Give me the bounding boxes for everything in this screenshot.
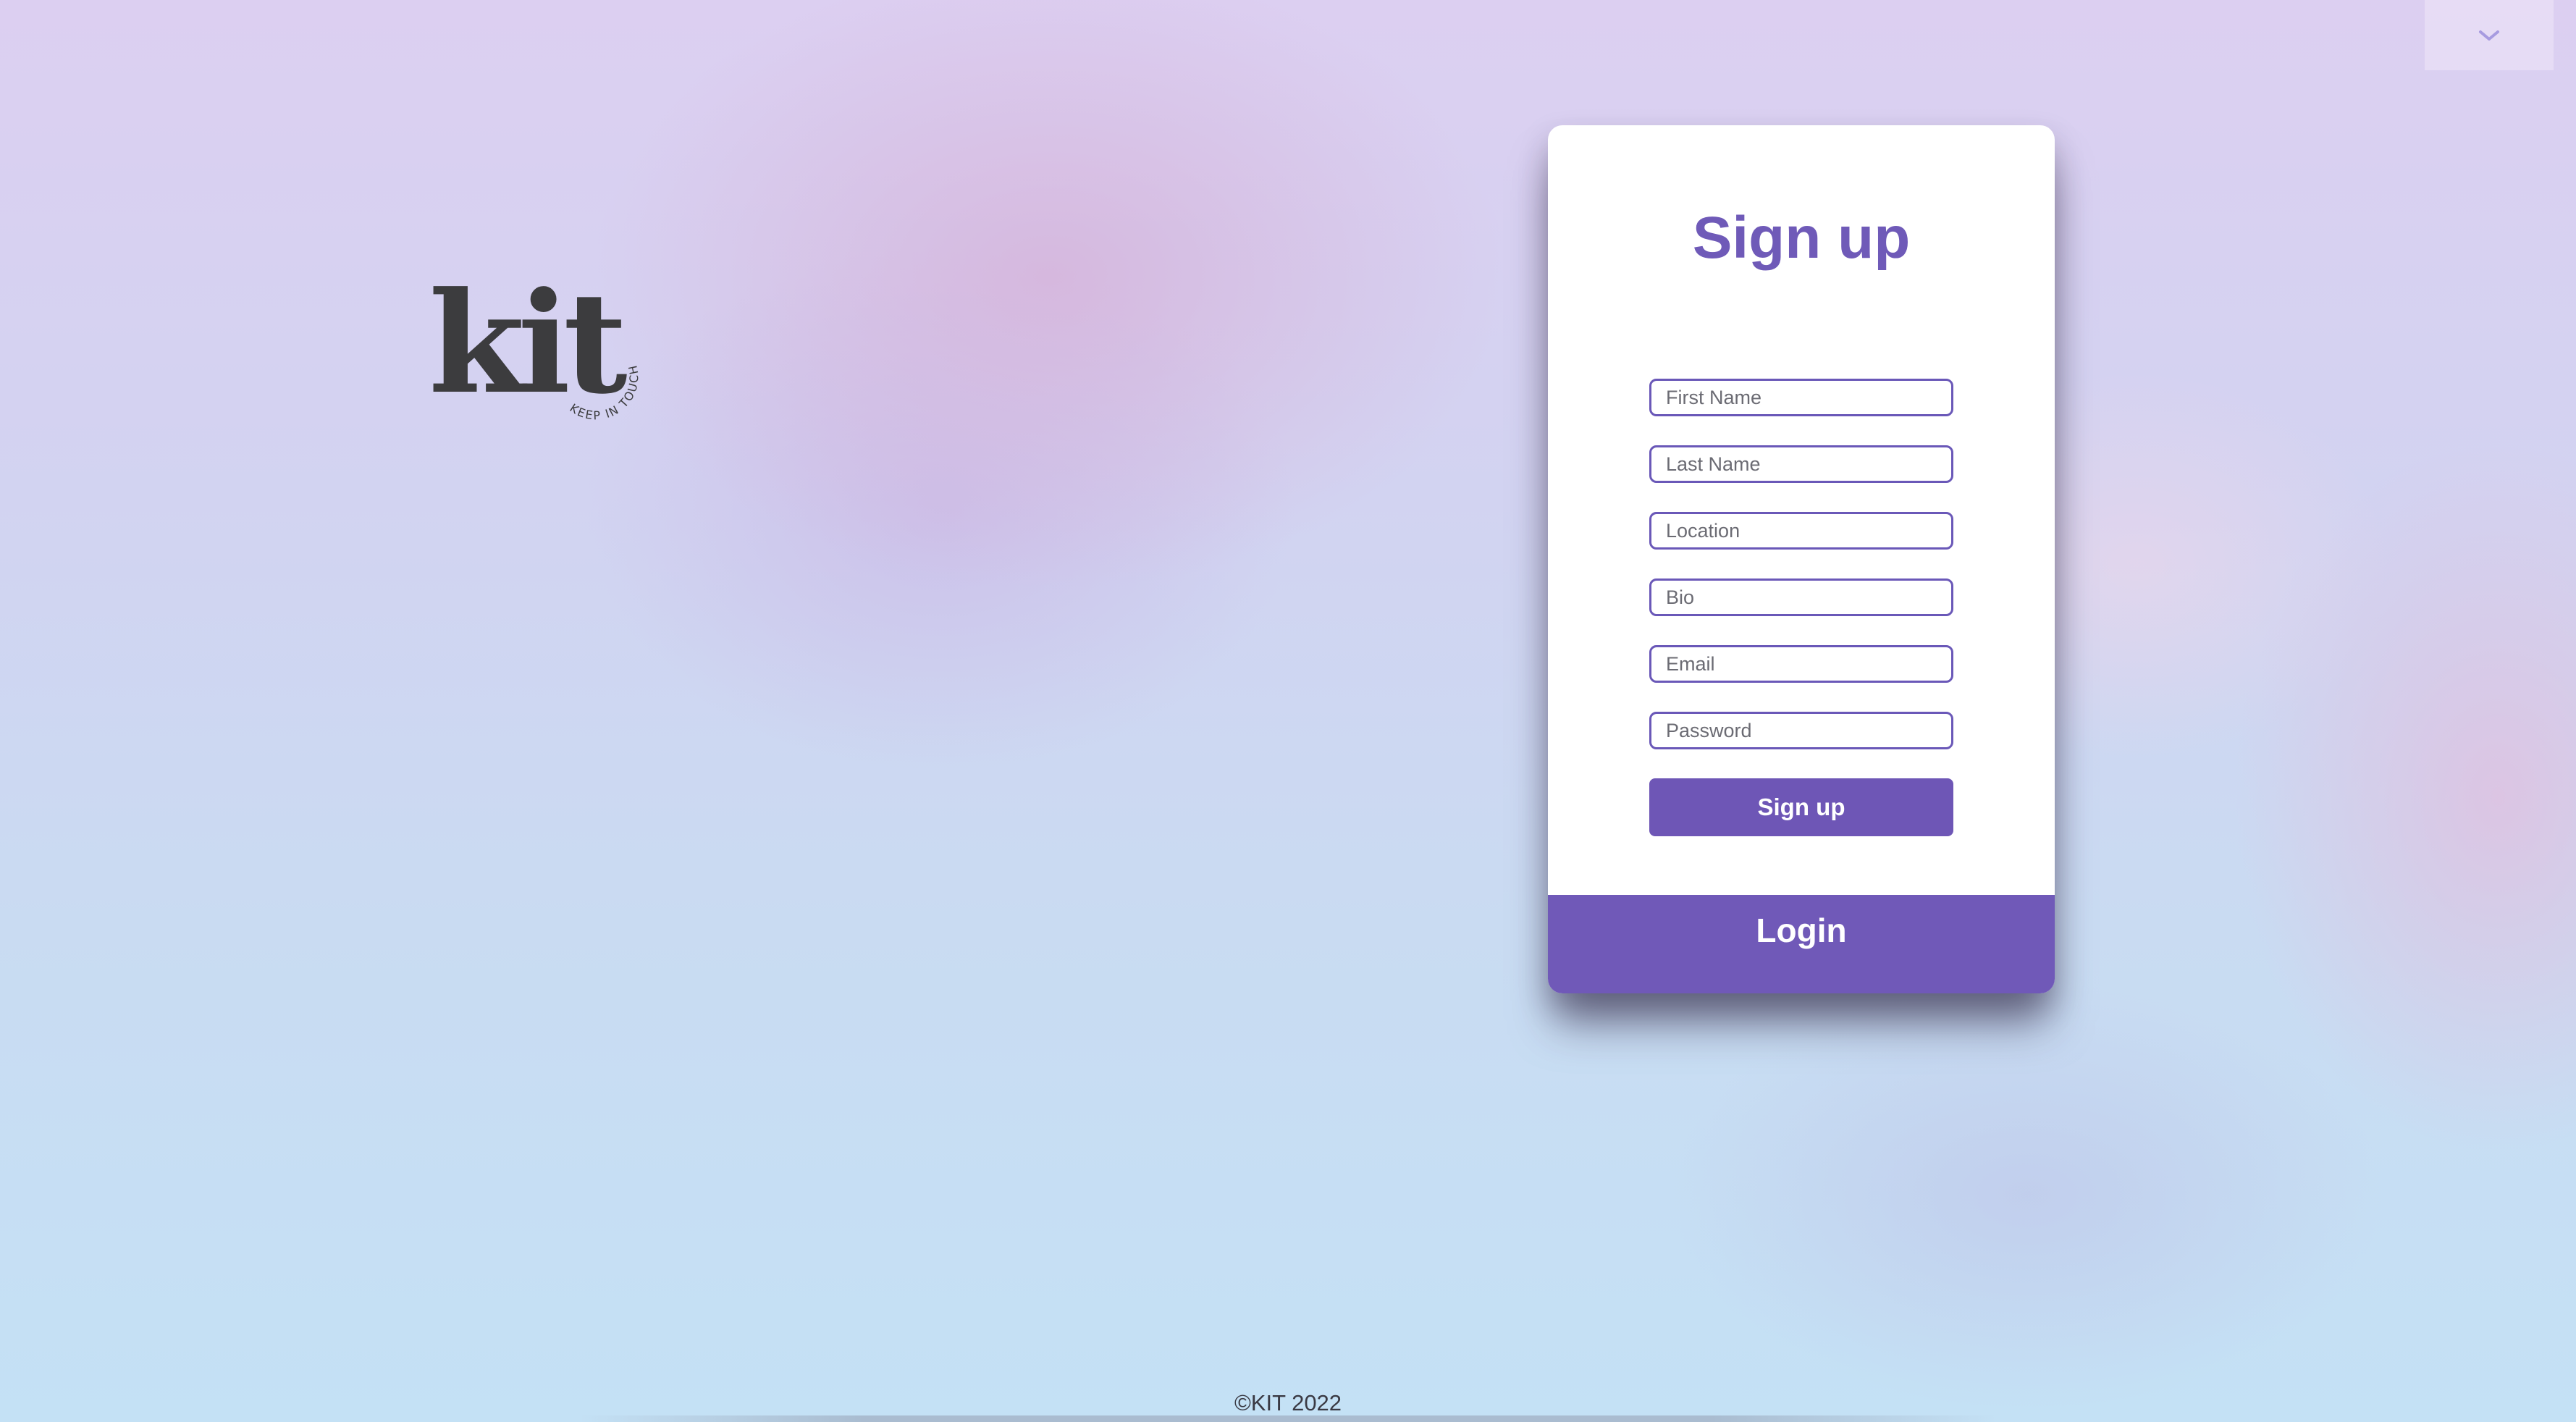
login-button[interactable]: Login [1548, 895, 2055, 993]
svg-text:kit: kit [429, 272, 627, 424]
last-name-field[interactable] [1649, 445, 1953, 483]
menu-toggle-button[interactable] [2425, 0, 2554, 70]
footer-copyright: ©KIT 2022 [1234, 1390, 1342, 1415]
signup-button[interactable]: Sign up [1649, 778, 1953, 836]
signup-card: Sign up Sign up Login [1548, 125, 2055, 993]
kit-logo: kit KEEP IN TOUCH [429, 262, 646, 425]
bio-field[interactable] [1649, 579, 1953, 616]
location-field[interactable] [1649, 512, 1953, 550]
first-name-field[interactable] [1649, 379, 1953, 416]
login-label: Login [1756, 912, 1847, 949]
password-field[interactable] [1649, 712, 1953, 749]
page-title: Sign up [1692, 205, 1911, 271]
chevron-down-icon [2479, 30, 2499, 41]
footer-divider [579, 1415, 1997, 1422]
email-field[interactable] [1649, 645, 1953, 683]
